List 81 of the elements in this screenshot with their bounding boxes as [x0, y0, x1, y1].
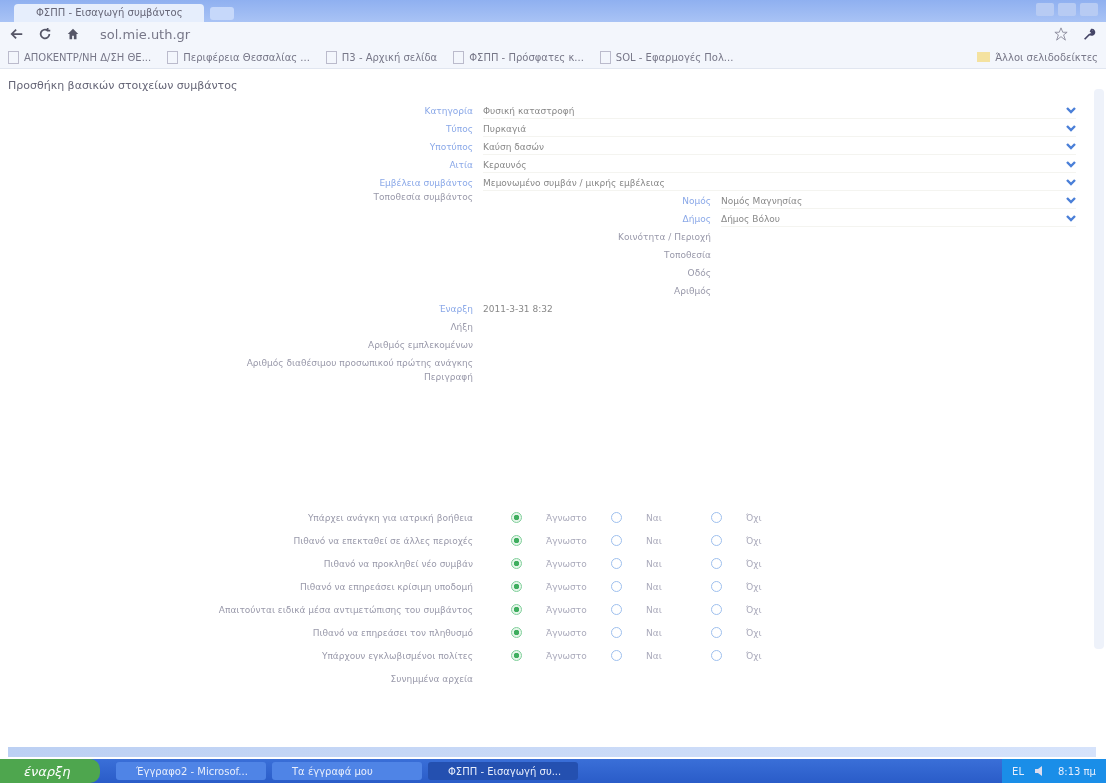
- start-button[interactable]: έναρξη: [0, 759, 100, 783]
- field-label: Έναρξη: [437, 304, 474, 314]
- field-label: Οδός: [686, 268, 712, 278]
- option-label: Άγνωστο: [546, 512, 588, 523]
- field-label: Συνημμένα αρχεία: [389, 673, 474, 684]
- bookmark[interactable]: Π3 - Αρχική σελίδα: [325, 50, 438, 64]
- option-label: Άγνωστο: [546, 535, 588, 546]
- select-field[interactable]: Νομός Μαγνησίας: [721, 193, 1076, 209]
- question-label: Απαιτούνται ειδικά μέσα αντιμετώπισης του συμβάντος: [217, 604, 474, 615]
- star-icon[interactable]: [1054, 27, 1068, 41]
- field-label: Λήξη: [449, 322, 474, 332]
- field-label: Τοποθεσία: [663, 250, 712, 260]
- field-label: Αριθμός διαθέσιμου προσωπικού πρώτης ανάγκης: [245, 358, 474, 368]
- option-label: Όχι: [746, 604, 763, 615]
- radio-button[interactable]: [511, 558, 522, 569]
- radio-button[interactable]: [511, 650, 522, 661]
- select-field[interactable]: Κεραυνός: [483, 157, 1076, 173]
- select-field[interactable]: Φυσική καταστροφή: [483, 103, 1076, 119]
- field-label: Δήμος: [681, 214, 712, 224]
- field-label: Κατηγορία: [423, 106, 474, 116]
- select-field[interactable]: Μεμονωμένο συμβάν / μικρής εμβέλειας: [483, 175, 1076, 191]
- clock: 8:13 πμ: [1057, 765, 1096, 777]
- taskbar-button[interactable]: Έγγραφο2 - Microsof...: [116, 762, 266, 780]
- radio-button[interactable]: [511, 512, 522, 523]
- other-bookmarks[interactable]: Άλλοι σελιδοδείκτες: [977, 51, 1098, 63]
- field-label: Τύπος: [445, 124, 474, 134]
- wrench-icon[interactable]: [1082, 27, 1096, 41]
- select-field[interactable]: Δήμος Βόλου: [721, 211, 1076, 227]
- taskbar-button[interactable]: Τα έγγραφά μου: [272, 762, 422, 780]
- field-label: Τοποθεσία συμβάντος: [372, 192, 474, 202]
- reload-icon[interactable]: [38, 27, 52, 41]
- option-label: Όχι: [746, 558, 763, 569]
- option-label: Ναι: [646, 604, 663, 615]
- question-label: Πιθανό να επηρεάσει τον πληθυσμό: [311, 627, 474, 638]
- bookmark[interactable]: ΦΣΠΠ - Πρόσφατες κ...: [453, 50, 584, 64]
- radio-button[interactable]: [511, 627, 522, 638]
- bookmark[interactable]: ΑΠΟΚΕΝΤΡ/ΝΗ Δ/ΣΗ ΘΕ...: [8, 50, 152, 64]
- question-label: Πιθανό να επηρεάσει κρίσιμη υποδομή: [298, 581, 474, 592]
- field-label: Αιτία: [448, 160, 474, 170]
- option-label: Ναι: [646, 535, 663, 546]
- option-label: Άγνωστο: [546, 558, 588, 569]
- option-label: Άγνωστο: [546, 604, 588, 615]
- radio-button[interactable]: [511, 604, 522, 615]
- field-label: Υποτύπος: [428, 142, 474, 152]
- browser-tab[interactable]: ΦΣΠΠ - Εισαγωγή συμβάντος: [14, 4, 204, 22]
- field-label: Αριθμός εμπλεκομένων: [367, 340, 474, 350]
- field-label: Αριθμός: [673, 286, 712, 296]
- option-label: Ναι: [646, 581, 663, 592]
- field-label: Εμβέλεια συμβάντος: [378, 178, 474, 188]
- page-heading: Προσθήκη βασικών στοιχείων συμβάντος: [8, 79, 239, 92]
- option-label: Ναι: [646, 650, 663, 661]
- option-label: Όχι: [746, 512, 763, 523]
- option-label: Άγνωστο: [546, 627, 588, 638]
- field-label: Νομός: [681, 196, 712, 206]
- back-icon[interactable]: [10, 27, 24, 41]
- taskbar-button[interactable]: ΦΣΠΠ - Εισαγωγή συ...: [428, 762, 578, 780]
- question-label: Πιθανό να προκληθεί νέο συμβάν: [322, 558, 474, 569]
- bookmark[interactable]: SOL - Εφαρμογές Πολ...: [599, 50, 734, 64]
- option-label: Όχι: [746, 535, 763, 546]
- option-label: Άγνωστο: [546, 650, 588, 661]
- radio-button[interactable]: [511, 535, 522, 546]
- option-label: Άγνωστο: [546, 581, 588, 592]
- option-label: Ναι: [646, 558, 663, 569]
- field-value: 2011-3-31 8:32: [483, 304, 553, 314]
- radio-button[interactable]: [511, 581, 522, 592]
- select-field[interactable]: Καύση δασών: [483, 139, 1076, 155]
- question-label: Πιθανό να επεκταθεί σε άλλες περιοχές: [292, 535, 474, 546]
- option-label: Ναι: [646, 512, 663, 523]
- question-label: Υπάρχουν εγκλωβισμένοι πολίτες: [320, 650, 474, 661]
- horizontal-scrollbar[interactable]: [8, 747, 1096, 757]
- question-label: Υπάρχει ανάγκη για ιατρική βοήθεια: [306, 512, 474, 523]
- option-label: Ναι: [646, 627, 663, 638]
- home-icon[interactable]: [66, 27, 80, 41]
- bookmark[interactable]: Περιφέρεια Θεσσαλίας ...: [167, 50, 310, 64]
- select-field[interactable]: Πυρκαγιά: [483, 121, 1076, 137]
- option-label: Όχι: [746, 581, 763, 592]
- field-label: Κοινότητα / Περιοχή: [617, 232, 712, 242]
- field-label: Περιγραφή: [423, 372, 474, 382]
- language-indicator[interactable]: EL: [1012, 765, 1024, 777]
- option-label: Όχι: [746, 627, 763, 638]
- option-label: Όχι: [746, 650, 763, 661]
